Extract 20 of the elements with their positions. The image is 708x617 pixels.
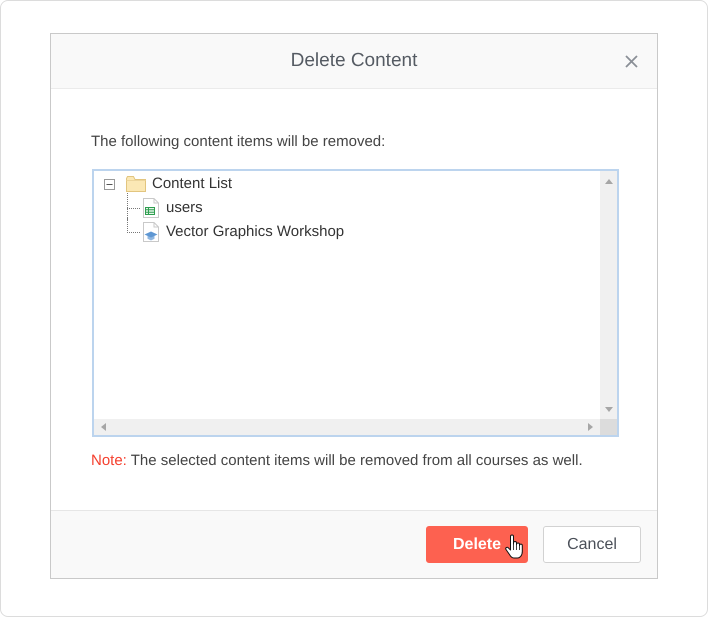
close-button[interactable]	[625, 54, 638, 68]
tree-item[interactable]: Vector Graphics Workshop	[166, 222, 344, 242]
graduation-cap-file-icon	[142, 222, 160, 242]
scroll-left-arrow-icon[interactable]	[101, 423, 106, 431]
scroll-right-arrow-icon[interactable]	[588, 423, 593, 431]
message-text: The following content items will be removed:	[91, 132, 386, 152]
cancel-button[interactable]: Cancel	[543, 526, 641, 563]
scroll-up-arrow-icon[interactable]	[604, 179, 612, 184]
note-text: Note: The selected content items will be removed from all courses as well.	[91, 451, 584, 471]
collapse-toggle-icon[interactable]	[104, 178, 115, 190]
scroll-down-arrow-icon[interactable]	[604, 407, 612, 412]
folder-icon	[126, 176, 146, 192]
dialog-title: Delete Content	[290, 48, 418, 73]
horizontal-scrollbar[interactable]	[94, 419, 600, 435]
close-icon	[625, 54, 638, 68]
vertical-scrollbar[interactable]	[600, 171, 617, 419]
tree-item[interactable]: Content List	[152, 174, 232, 194]
table-file-icon	[142, 198, 160, 218]
tree-item[interactable]: users	[166, 198, 203, 218]
scrollbar-corner	[600, 419, 617, 435]
